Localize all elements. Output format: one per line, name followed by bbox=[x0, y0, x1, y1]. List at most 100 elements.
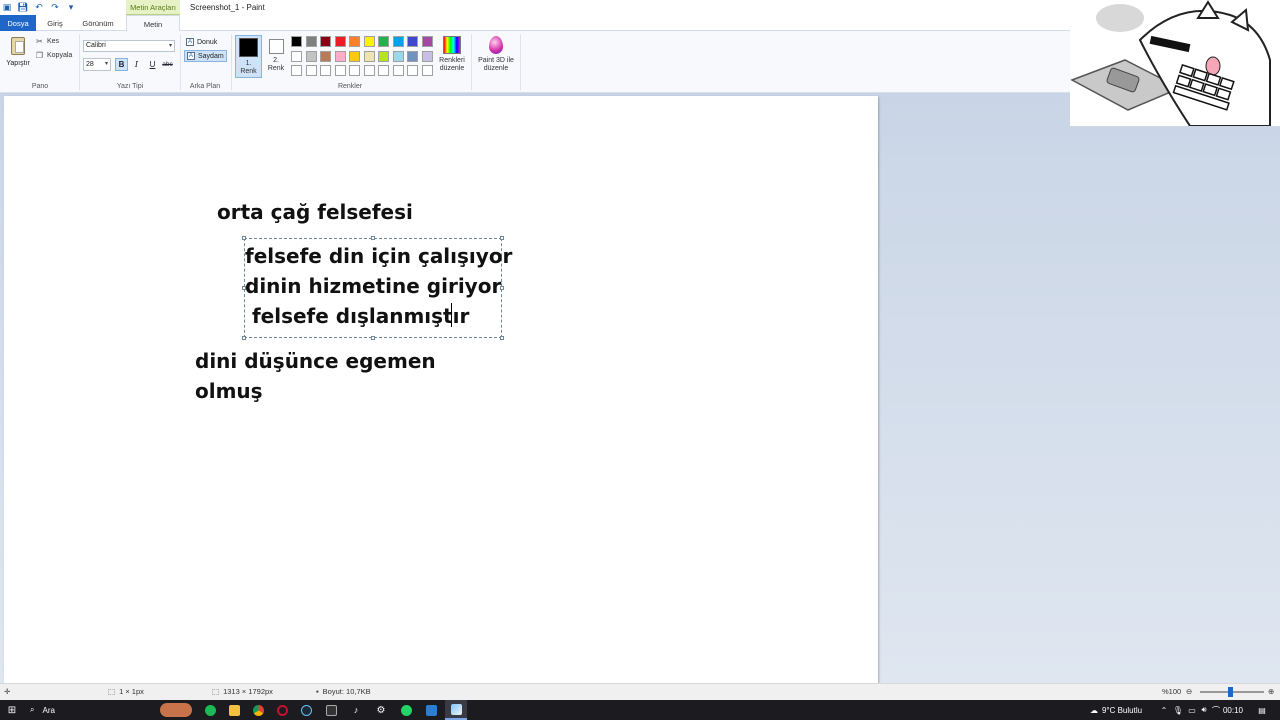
palette-color-swatch[interactable] bbox=[305, 50, 317, 62]
edit-colors-button[interactable]: Renkleri düzenle bbox=[436, 36, 468, 73]
divider bbox=[471, 34, 472, 90]
palette-color-swatch[interactable] bbox=[363, 50, 375, 62]
palette-color-swatch[interactable] bbox=[320, 36, 331, 47]
palette-color-swatch[interactable] bbox=[392, 65, 404, 76]
tab-view[interactable]: Görünüm bbox=[75, 15, 121, 31]
redo-icon[interactable]: ↷ bbox=[50, 2, 60, 13]
resize-handle[interactable] bbox=[500, 336, 504, 340]
palette-color-swatch[interactable] bbox=[421, 50, 433, 62]
palette-color-swatch[interactable] bbox=[378, 65, 389, 76]
save-icon[interactable]: 💾︎ bbox=[17, 2, 28, 13]
drawing-canvas[interactable]: orta çağ felsefesi felsefe din için çalı… bbox=[4, 96, 878, 683]
font-size-select[interactable]: 28 ▾ bbox=[83, 58, 111, 71]
taskbar-news-widget[interactable] bbox=[158, 700, 194, 720]
italic-button[interactable]: I bbox=[130, 58, 143, 71]
context-tab-group-label: Metin Araçları bbox=[126, 0, 180, 15]
file-explorer-icon[interactable] bbox=[223, 700, 245, 720]
paint3d-label: Paint 3D ile düzenle bbox=[478, 57, 514, 72]
battery-icon[interactable]: ▭ bbox=[1186, 700, 1198, 720]
customize-qat-icon[interactable]: ▾ bbox=[66, 2, 76, 13]
taskbar-search[interactable]: ⌕ Ara bbox=[30, 700, 150, 720]
chrome-icon[interactable] bbox=[247, 700, 269, 720]
color2-button[interactable]: 2. Renk bbox=[265, 35, 287, 78]
palette-color-swatch[interactable] bbox=[305, 36, 317, 47]
zoom-out-icon[interactable]: ⊖ bbox=[1186, 687, 1192, 696]
tab-home[interactable]: Giriş bbox=[38, 15, 72, 31]
tiktok-icon[interactable]: ♪ bbox=[345, 700, 367, 720]
palette-color-swatch[interactable] bbox=[305, 65, 317, 76]
palette-color-swatch[interactable] bbox=[291, 36, 302, 47]
palette-color-swatch[interactable] bbox=[363, 36, 375, 47]
copy-button[interactable]: ❐ Kopyala bbox=[35, 51, 72, 60]
palette-color-swatch[interactable] bbox=[349, 36, 360, 47]
font-family-value: Calibri bbox=[86, 42, 106, 49]
paint-taskbar-icon[interactable] bbox=[445, 700, 467, 720]
paint3d-button[interactable]: Paint 3D ile düzenle bbox=[476, 36, 516, 73]
undo-icon[interactable]: ↶ bbox=[34, 2, 44, 13]
palette-color-swatch[interactable] bbox=[291, 50, 302, 62]
dimensions-icon: ⬚ bbox=[212, 687, 220, 696]
paint-app-icon: ▣ bbox=[2, 2, 12, 12]
color2-label: 2. Renk bbox=[267, 57, 285, 72]
palette-color-swatch[interactable] bbox=[392, 50, 404, 62]
opaque-label: Donuk bbox=[197, 38, 218, 46]
zoom-slider-thumb[interactable] bbox=[1228, 687, 1233, 697]
palette-color-swatch[interactable] bbox=[378, 50, 389, 62]
opera-icon[interactable] bbox=[271, 700, 293, 720]
palette-color-swatch[interactable] bbox=[349, 50, 360, 62]
underline-button[interactable]: U bbox=[146, 58, 159, 71]
bold-button[interactable]: B bbox=[115, 58, 128, 71]
palette-color-swatch[interactable] bbox=[392, 36, 404, 47]
paste-button[interactable]: Yapıştır bbox=[4, 35, 32, 75]
notifications-icon[interactable]: ▤ bbox=[1250, 700, 1274, 720]
resize-handle[interactable] bbox=[500, 236, 504, 240]
palette-color-swatch[interactable] bbox=[349, 65, 360, 76]
network-icon[interactable]: ⌒ bbox=[1210, 700, 1222, 720]
palette-color-swatch[interactable] bbox=[421, 36, 433, 47]
windows-start-icon[interactable]: ⊞ bbox=[4, 700, 20, 720]
palette-color-swatch[interactable] bbox=[320, 50, 331, 62]
spotify-icon[interactable] bbox=[199, 700, 221, 720]
palette-color-swatch[interactable] bbox=[291, 65, 302, 76]
microphone-icon[interactable]: 🎙︎ bbox=[1172, 700, 1184, 720]
colors-group-label: Renkler bbox=[337, 83, 363, 90]
resize-handle[interactable] bbox=[242, 236, 246, 240]
resize-handle[interactable] bbox=[371, 336, 375, 340]
palette-color-swatch[interactable] bbox=[407, 50, 418, 62]
resize-handle[interactable] bbox=[371, 236, 375, 240]
tab-text[interactable]: Metin bbox=[126, 15, 180, 32]
strikethrough-button[interactable]: abc bbox=[161, 58, 174, 71]
weather-text: 9°C Bulutlu bbox=[1101, 705, 1143, 715]
steam-icon[interactable] bbox=[295, 700, 317, 720]
opaque-button[interactable]: A Donuk bbox=[184, 36, 219, 48]
palette-color-swatch[interactable] bbox=[334, 65, 346, 76]
volume-icon[interactable]: 🔊︎ bbox=[1198, 700, 1210, 720]
transparent-button[interactable]: A Saydam bbox=[184, 50, 227, 62]
weather-widget[interactable]: ☁ 9°C Bulutlu bbox=[1076, 700, 1156, 720]
palette-color-swatch[interactable] bbox=[334, 36, 346, 47]
cut-button[interactable]: ✂ Kes bbox=[35, 37, 59, 46]
tab-file[interactable]: Dosya bbox=[0, 15, 36, 31]
clipboard-group-label: Pano bbox=[31, 83, 49, 90]
palette-color-swatch[interactable] bbox=[421, 65, 433, 76]
settings-app-icon[interactable]: ⚙ bbox=[370, 700, 392, 720]
terminal-icon[interactable] bbox=[320, 700, 342, 720]
palette-color-swatch[interactable] bbox=[407, 65, 418, 76]
palette-color-swatch[interactable] bbox=[320, 65, 331, 76]
clock[interactable]: 00:10 bbox=[1222, 700, 1244, 720]
palette-color-swatch[interactable] bbox=[334, 50, 346, 62]
whatsapp-icon[interactable] bbox=[395, 700, 417, 720]
color1-button[interactable]: 1. Renk bbox=[235, 35, 262, 78]
canvas-text-line: felsefe dışlanmıştır bbox=[245, 304, 470, 328]
palette-color-swatch[interactable] bbox=[378, 36, 389, 47]
photos-icon[interactable] bbox=[420, 700, 442, 720]
canvas-text-line: olmuş bbox=[195, 379, 263, 403]
font-family-select[interactable]: Calibri ▾ bbox=[83, 40, 175, 52]
palette-color-swatch[interactable] bbox=[407, 36, 418, 47]
zoom-in-icon[interactable]: ⊕ bbox=[1268, 687, 1274, 696]
copy-icon: ❐ bbox=[35, 51, 44, 60]
chevron-up-icon[interactable]: ⌃ bbox=[1158, 700, 1170, 720]
resize-handle[interactable] bbox=[242, 336, 246, 340]
palette-color-swatch[interactable] bbox=[363, 65, 375, 76]
workspace: orta çağ felsefesi felsefe din için çalı… bbox=[0, 94, 1280, 683]
